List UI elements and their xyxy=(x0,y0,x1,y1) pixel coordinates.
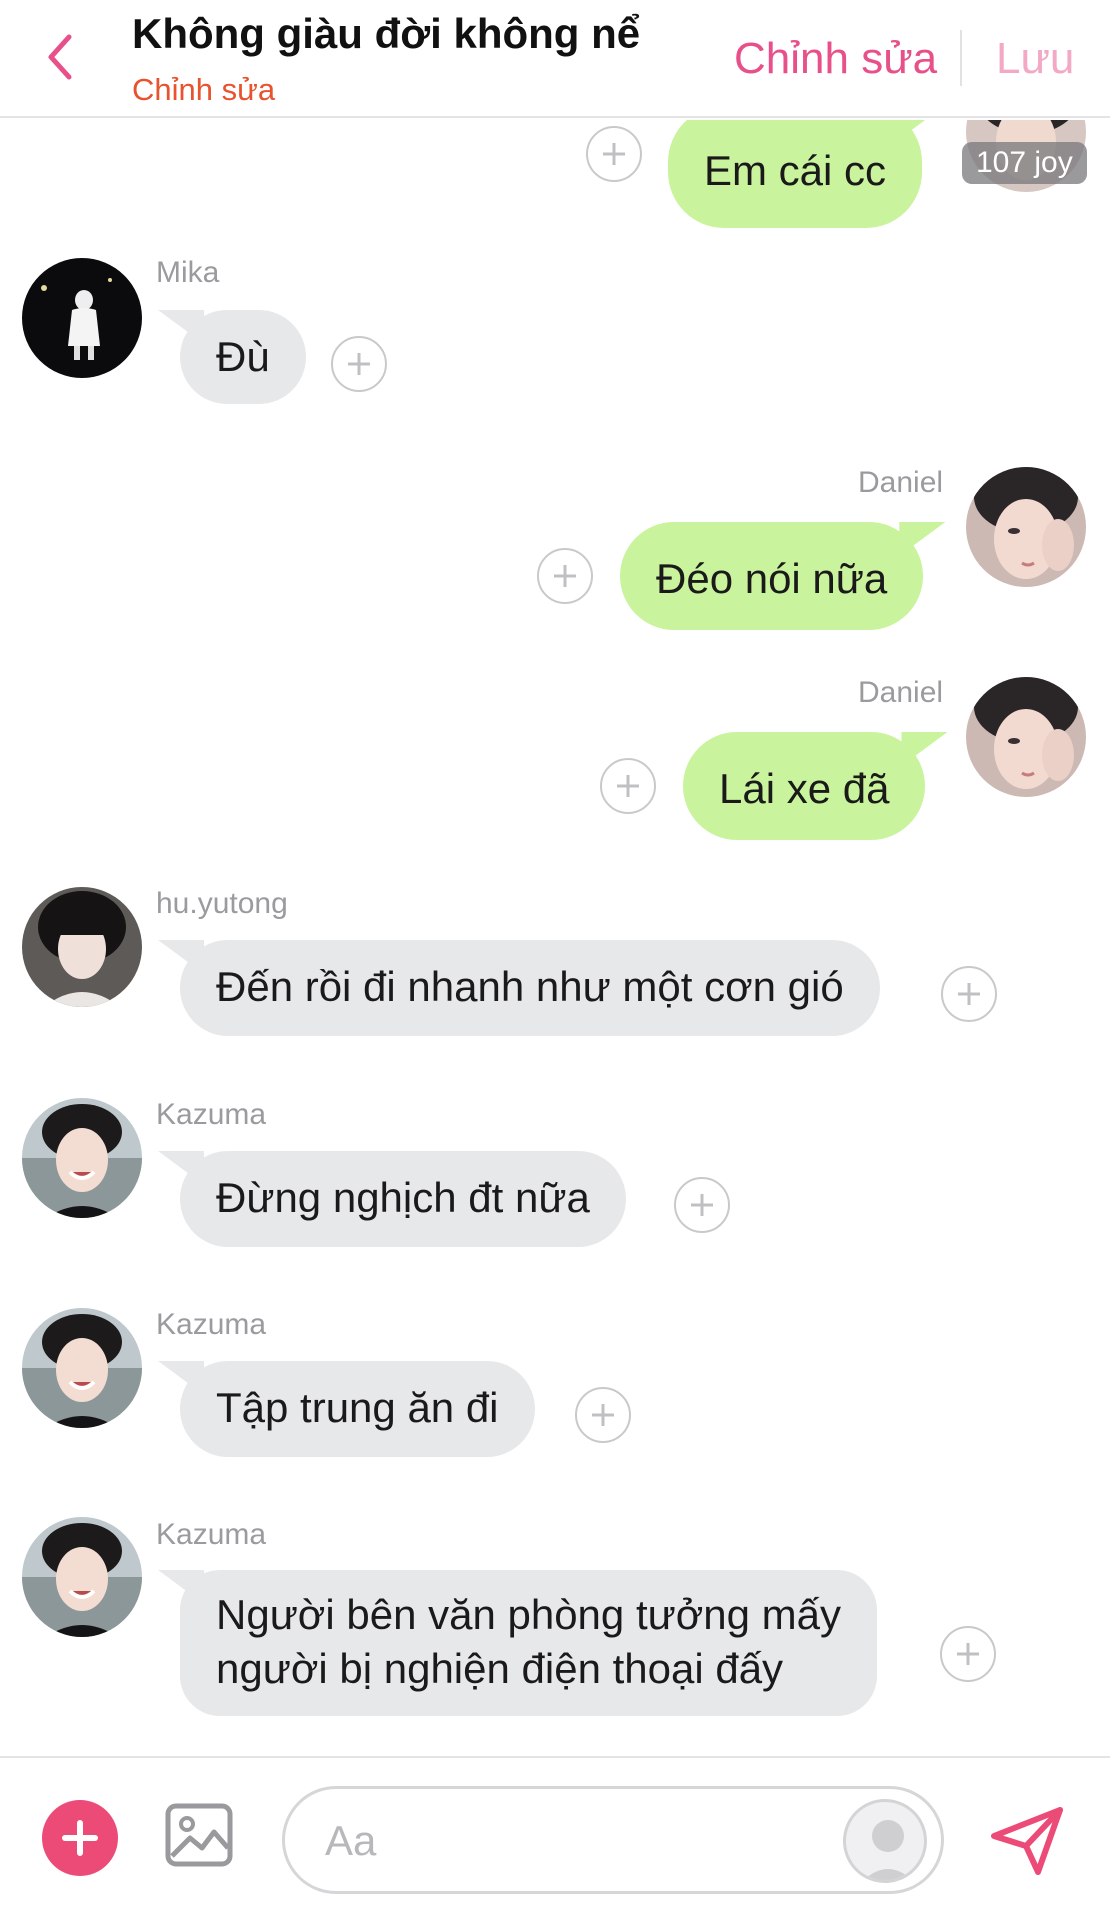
page-title: Không giàu đời không nể xyxy=(132,10,641,57)
avatar-mika[interactable] xyxy=(22,258,142,378)
header-divider xyxy=(960,30,962,86)
avatar-daniel[interactable] xyxy=(966,677,1086,797)
sender-name: Kazuma xyxy=(156,1308,267,1341)
plus-icon xyxy=(62,1820,98,1856)
message-text: Đéo nói nữa xyxy=(656,555,888,602)
message-text: Em cái cc xyxy=(704,147,887,194)
message-text: Đù xyxy=(216,333,270,380)
sender-name: Kazuma xyxy=(156,1518,267,1551)
sender-name: Kazuma xyxy=(156,1098,267,1131)
image-icon xyxy=(165,1803,233,1867)
message-bubble[interactable]: Tập trung ăn đi xyxy=(180,1361,535,1457)
plus-icon xyxy=(348,353,370,375)
message-text-line: người bị nghiện điện thoại đấy xyxy=(216,1645,784,1692)
plus-icon xyxy=(957,1643,979,1665)
message-text: Tập trung ăn đi xyxy=(216,1384,499,1431)
avatar-kazuma[interactable] xyxy=(22,1517,142,1637)
sender-name: Daniel xyxy=(858,466,944,499)
message-text-line: Người bên văn phòng tưởng mấy xyxy=(216,1591,841,1638)
add-reaction-button[interactable] xyxy=(674,1177,730,1233)
add-reaction-button[interactable] xyxy=(940,1626,996,1682)
plus-icon xyxy=(592,1404,614,1426)
send-button[interactable] xyxy=(990,1806,1066,1876)
add-reaction-button[interactable] xyxy=(600,758,656,814)
image-button[interactable] xyxy=(164,1802,234,1868)
message-bubble[interactable]: Người bên văn phòng tưởng mấy người bị n… xyxy=(180,1570,877,1716)
sender-name: Mika xyxy=(156,256,220,289)
avatar-hu-yutong[interactable] xyxy=(22,887,142,1007)
add-reaction-button[interactable] xyxy=(941,966,997,1022)
message-bubble[interactable]: Đù xyxy=(180,310,306,404)
sender-selector-button[interactable] xyxy=(843,1799,927,1883)
avatar-kazuma[interactable] xyxy=(22,1308,142,1428)
add-reaction-button[interactable] xyxy=(586,126,642,182)
message-list[interactable]: Em cái cc 107 joy Mika Đù Daniel Đéo nói… xyxy=(0,120,1110,1755)
message-bubble[interactable]: Đéo nói nữa xyxy=(620,522,924,630)
add-reaction-button[interactable] xyxy=(537,548,593,604)
message-input-placeholder: Aa xyxy=(325,1817,377,1864)
chevron-left-icon xyxy=(48,34,72,80)
plus-icon xyxy=(554,565,576,587)
message-input[interactable]: Aa xyxy=(282,1786,944,1894)
plus-icon xyxy=(958,983,980,1005)
plus-icon xyxy=(691,1194,713,1216)
avatar-daniel[interactable] xyxy=(966,467,1086,587)
edit-button[interactable]: Chỉnh sửa xyxy=(734,34,937,84)
message-bubble[interactable]: Đừng nghịch đt nữa xyxy=(180,1151,626,1247)
message-text: Đến rồi đi nhanh như một cơn gió xyxy=(216,963,844,1010)
message-text: Đừng nghịch đt nữa xyxy=(216,1174,590,1221)
page-subtitle[interactable]: Chỉnh sửa xyxy=(132,72,275,108)
message-bubble[interactable]: Em cái cc xyxy=(668,120,923,228)
message-bubble[interactable]: Đến rồi đi nhanh như một cơn gió xyxy=(180,940,880,1036)
plus-icon xyxy=(617,775,639,797)
chat-screen: Không giàu đời không nể Chỉnh sửa Chỉnh … xyxy=(0,0,1110,1920)
back-button[interactable] xyxy=(38,30,82,84)
message-bubble[interactable]: Lái xe đã xyxy=(683,732,926,840)
message-text: Lái xe đã xyxy=(719,765,890,812)
user-silhouette-icon xyxy=(863,1820,913,1880)
avatar-kazuma[interactable] xyxy=(22,1098,142,1218)
header: Không giàu đời không nể Chỉnh sửa Chỉnh … xyxy=(0,0,1110,118)
send-icon xyxy=(991,1807,1063,1875)
sender-name: Daniel xyxy=(858,676,944,709)
plus-icon xyxy=(603,143,625,165)
add-reaction-button[interactable] xyxy=(575,1387,631,1443)
save-button[interactable]: Lưu xyxy=(996,34,1074,84)
composer-bar: Aa xyxy=(0,1756,1110,1920)
joy-count-badge: 107 joy xyxy=(962,142,1087,184)
add-button[interactable] xyxy=(42,1800,118,1876)
add-reaction-button[interactable] xyxy=(331,336,387,392)
sender-name: hu.yutong xyxy=(156,887,288,920)
